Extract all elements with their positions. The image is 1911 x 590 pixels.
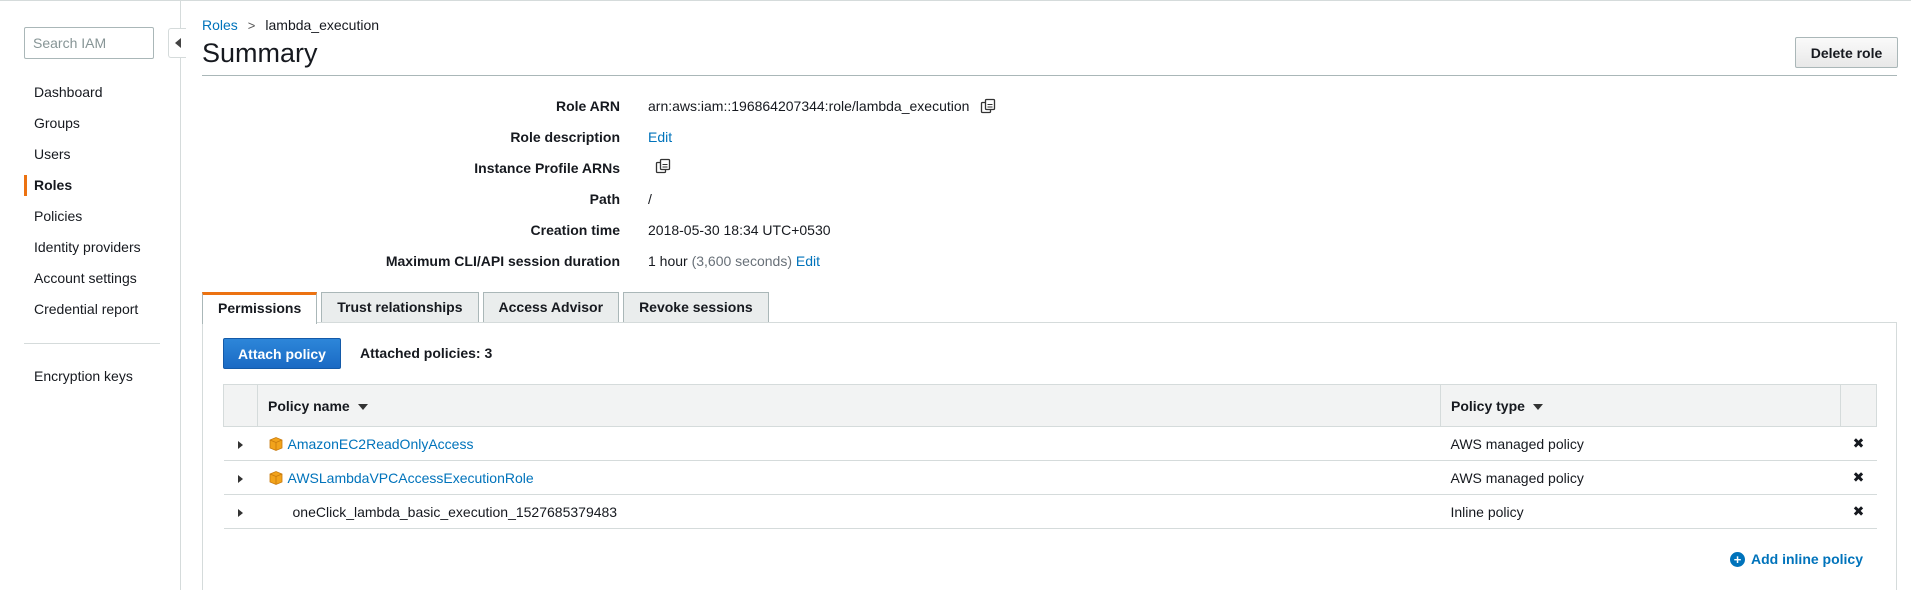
policy-type-cell: AWS managed policy xyxy=(1440,426,1841,461)
title-divider xyxy=(202,75,1897,76)
add-inline-policy-label: Add inline policy xyxy=(1751,551,1864,567)
policy-name-cell: oneClick_lambda_basic_execution_15276853… xyxy=(257,494,1441,529)
attach-policy-button[interactable]: Attach policy xyxy=(223,338,341,369)
policies-table: Policy name Policy type AmazonEC2ReadOnl… xyxy=(223,384,1877,529)
caret-right-icon xyxy=(238,508,243,517)
role-details: Role ARN arn:aws:iam::196864207344:role/… xyxy=(202,95,1202,281)
role-description-edit-link[interactable]: Edit xyxy=(648,126,672,148)
breadcrumb-separator: > xyxy=(247,17,256,33)
instance-profile-label: Instance Profile ARNs xyxy=(474,160,620,176)
sidebar-extra-nav: Encryption keys xyxy=(0,361,181,392)
page-title: Summary xyxy=(202,38,318,68)
policy-link[interactable]: AmazonEC2ReadOnlyAccess xyxy=(288,436,474,452)
sidebar-item-credential-report[interactable]: Credential report xyxy=(0,294,181,325)
max-session-seconds: (3,600 seconds) xyxy=(691,253,792,269)
chevron-left-icon xyxy=(174,38,181,48)
role-arn-text: arn:aws:iam::196864207344:role/lambda_ex… xyxy=(648,98,970,114)
detail-row-path: Path / xyxy=(202,188,1202,219)
expand-column-header xyxy=(223,384,258,427)
sidebar-nav: Dashboard Groups Users Roles Policies Id… xyxy=(0,77,181,325)
sidebar-divider xyxy=(24,343,160,344)
policy-name-header-label: Policy name xyxy=(268,397,350,414)
copy-icon[interactable] xyxy=(979,97,997,115)
sidebar-item-dashboard[interactable]: Dashboard xyxy=(0,77,181,108)
policy-name-cell: AWSLambdaVPCAccessExecutionRole xyxy=(257,460,1441,495)
max-session-label: Maximum CLI/API session duration xyxy=(385,253,620,269)
breadcrumb-roles-link[interactable]: Roles xyxy=(202,17,238,33)
delete-role-button[interactable]: Delete role xyxy=(1795,37,1898,68)
breadcrumb: Roles > lambda_execution xyxy=(202,17,379,33)
path-label: Path xyxy=(589,191,620,207)
policy-type-cell: Inline policy xyxy=(1440,494,1841,529)
policy-link[interactable]: AWSLambdaVPCAccessExecutionRole xyxy=(288,470,534,486)
breadcrumb-current: lambda_execution xyxy=(265,17,380,33)
creation-time-label: Creation time xyxy=(530,222,620,238)
expand-cell[interactable] xyxy=(223,460,258,495)
managed-policy-icon xyxy=(269,470,282,485)
sidebar: Dashboard Groups Users Roles Policies Id… xyxy=(0,1,186,590)
sort-down-icon xyxy=(1532,403,1543,410)
sidebar-item-policies[interactable]: Policies xyxy=(0,201,181,232)
tab-revoke-sessions[interactable]: Revoke sessions xyxy=(623,292,769,323)
remove-policy-icon[interactable]: ✖ xyxy=(1840,426,1877,461)
collapse-sidebar-button[interactable] xyxy=(168,28,186,58)
plus-circle-icon: + xyxy=(1730,551,1745,567)
table-header-row: Policy name Policy type xyxy=(223,384,1877,427)
detail-row-max-session: Maximum CLI/API session duration 1 hour … xyxy=(202,250,1202,281)
tab-access-advisor[interactable]: Access Advisor xyxy=(482,292,620,323)
detail-row-role-arn: Role ARN arn:aws:iam::196864207344:role/… xyxy=(202,95,1202,126)
managed-policy-icon xyxy=(269,436,282,451)
copy-icon[interactable] xyxy=(654,157,672,175)
policy-type-header-label: Policy type xyxy=(1451,397,1525,414)
remove-policy-icon[interactable]: ✖ xyxy=(1840,494,1877,529)
add-inline-policy-button[interactable]: + Add inline policy xyxy=(1730,551,1863,567)
attached-policies-count: Attached policies: 3 xyxy=(360,345,493,361)
actions-column-header xyxy=(1840,384,1877,427)
max-session-duration: 1 hour xyxy=(648,253,688,269)
tab-permissions[interactable]: Permissions xyxy=(202,292,318,324)
search-input[interactable] xyxy=(24,27,154,59)
table-row: AmazonEC2ReadOnlyAccess AWS managed poli… xyxy=(223,426,1877,461)
sort-down-icon xyxy=(357,403,368,410)
sidebar-item-identity-providers[interactable]: Identity providers xyxy=(0,232,181,263)
table-row: AWSLambdaVPCAccessExecutionRole AWS mana… xyxy=(223,460,1877,495)
path-value: / xyxy=(648,191,652,207)
detail-row-creation-time: Creation time 2018-05-30 18:34 UTC+0530 xyxy=(202,219,1202,250)
sidebar-item-account-settings[interactable]: Account settings xyxy=(0,263,181,294)
policy-type-column-header[interactable]: Policy type xyxy=(1440,384,1841,427)
remove-policy-icon[interactable]: ✖ xyxy=(1840,460,1877,495)
caret-right-icon xyxy=(238,474,243,483)
sidebar-item-groups[interactable]: Groups xyxy=(0,108,181,139)
role-tabs: Permissions Trust relationships Access A… xyxy=(202,292,773,324)
policy-name-cell: AmazonEC2ReadOnlyAccess xyxy=(257,426,1441,461)
policy-name-column-header[interactable]: Policy name xyxy=(257,384,1441,427)
max-session-edit-link[interactable]: Edit xyxy=(796,250,820,272)
role-arn-value: arn:aws:iam::196864207344:role/lambda_ex… xyxy=(648,95,997,117)
instance-profile-value xyxy=(648,157,672,175)
detail-row-instance-profile: Instance Profile ARNs xyxy=(202,157,1202,188)
expand-cell[interactable] xyxy=(223,426,258,461)
detail-row-role-description: Role description Edit xyxy=(202,126,1202,157)
sidebar-item-roles[interactable]: Roles xyxy=(0,170,181,201)
policy-type-cell: AWS managed policy xyxy=(1440,460,1841,495)
caret-right-icon xyxy=(238,440,243,449)
tab-trust-relationships[interactable]: Trust relationships xyxy=(321,292,479,323)
sidebar-item-encryption-keys[interactable]: Encryption keys xyxy=(0,361,181,392)
expand-cell[interactable] xyxy=(223,494,258,529)
sidebar-item-users[interactable]: Users xyxy=(0,139,181,170)
top-border xyxy=(0,0,1911,1)
role-arn-label: Role ARN xyxy=(555,98,620,114)
role-description-label: Role description xyxy=(510,129,620,145)
table-row: oneClick_lambda_basic_execution_15276853… xyxy=(223,494,1877,529)
max-session-value: 1 hour (3,600 seconds) Edit xyxy=(648,250,820,272)
permissions-panel: Attach policy Attached policies: 3 Polic… xyxy=(202,322,1897,590)
inline-policy-name: oneClick_lambda_basic_execution_15276853… xyxy=(292,503,618,520)
creation-time-value: 2018-05-30 18:34 UTC+0530 xyxy=(648,222,831,238)
